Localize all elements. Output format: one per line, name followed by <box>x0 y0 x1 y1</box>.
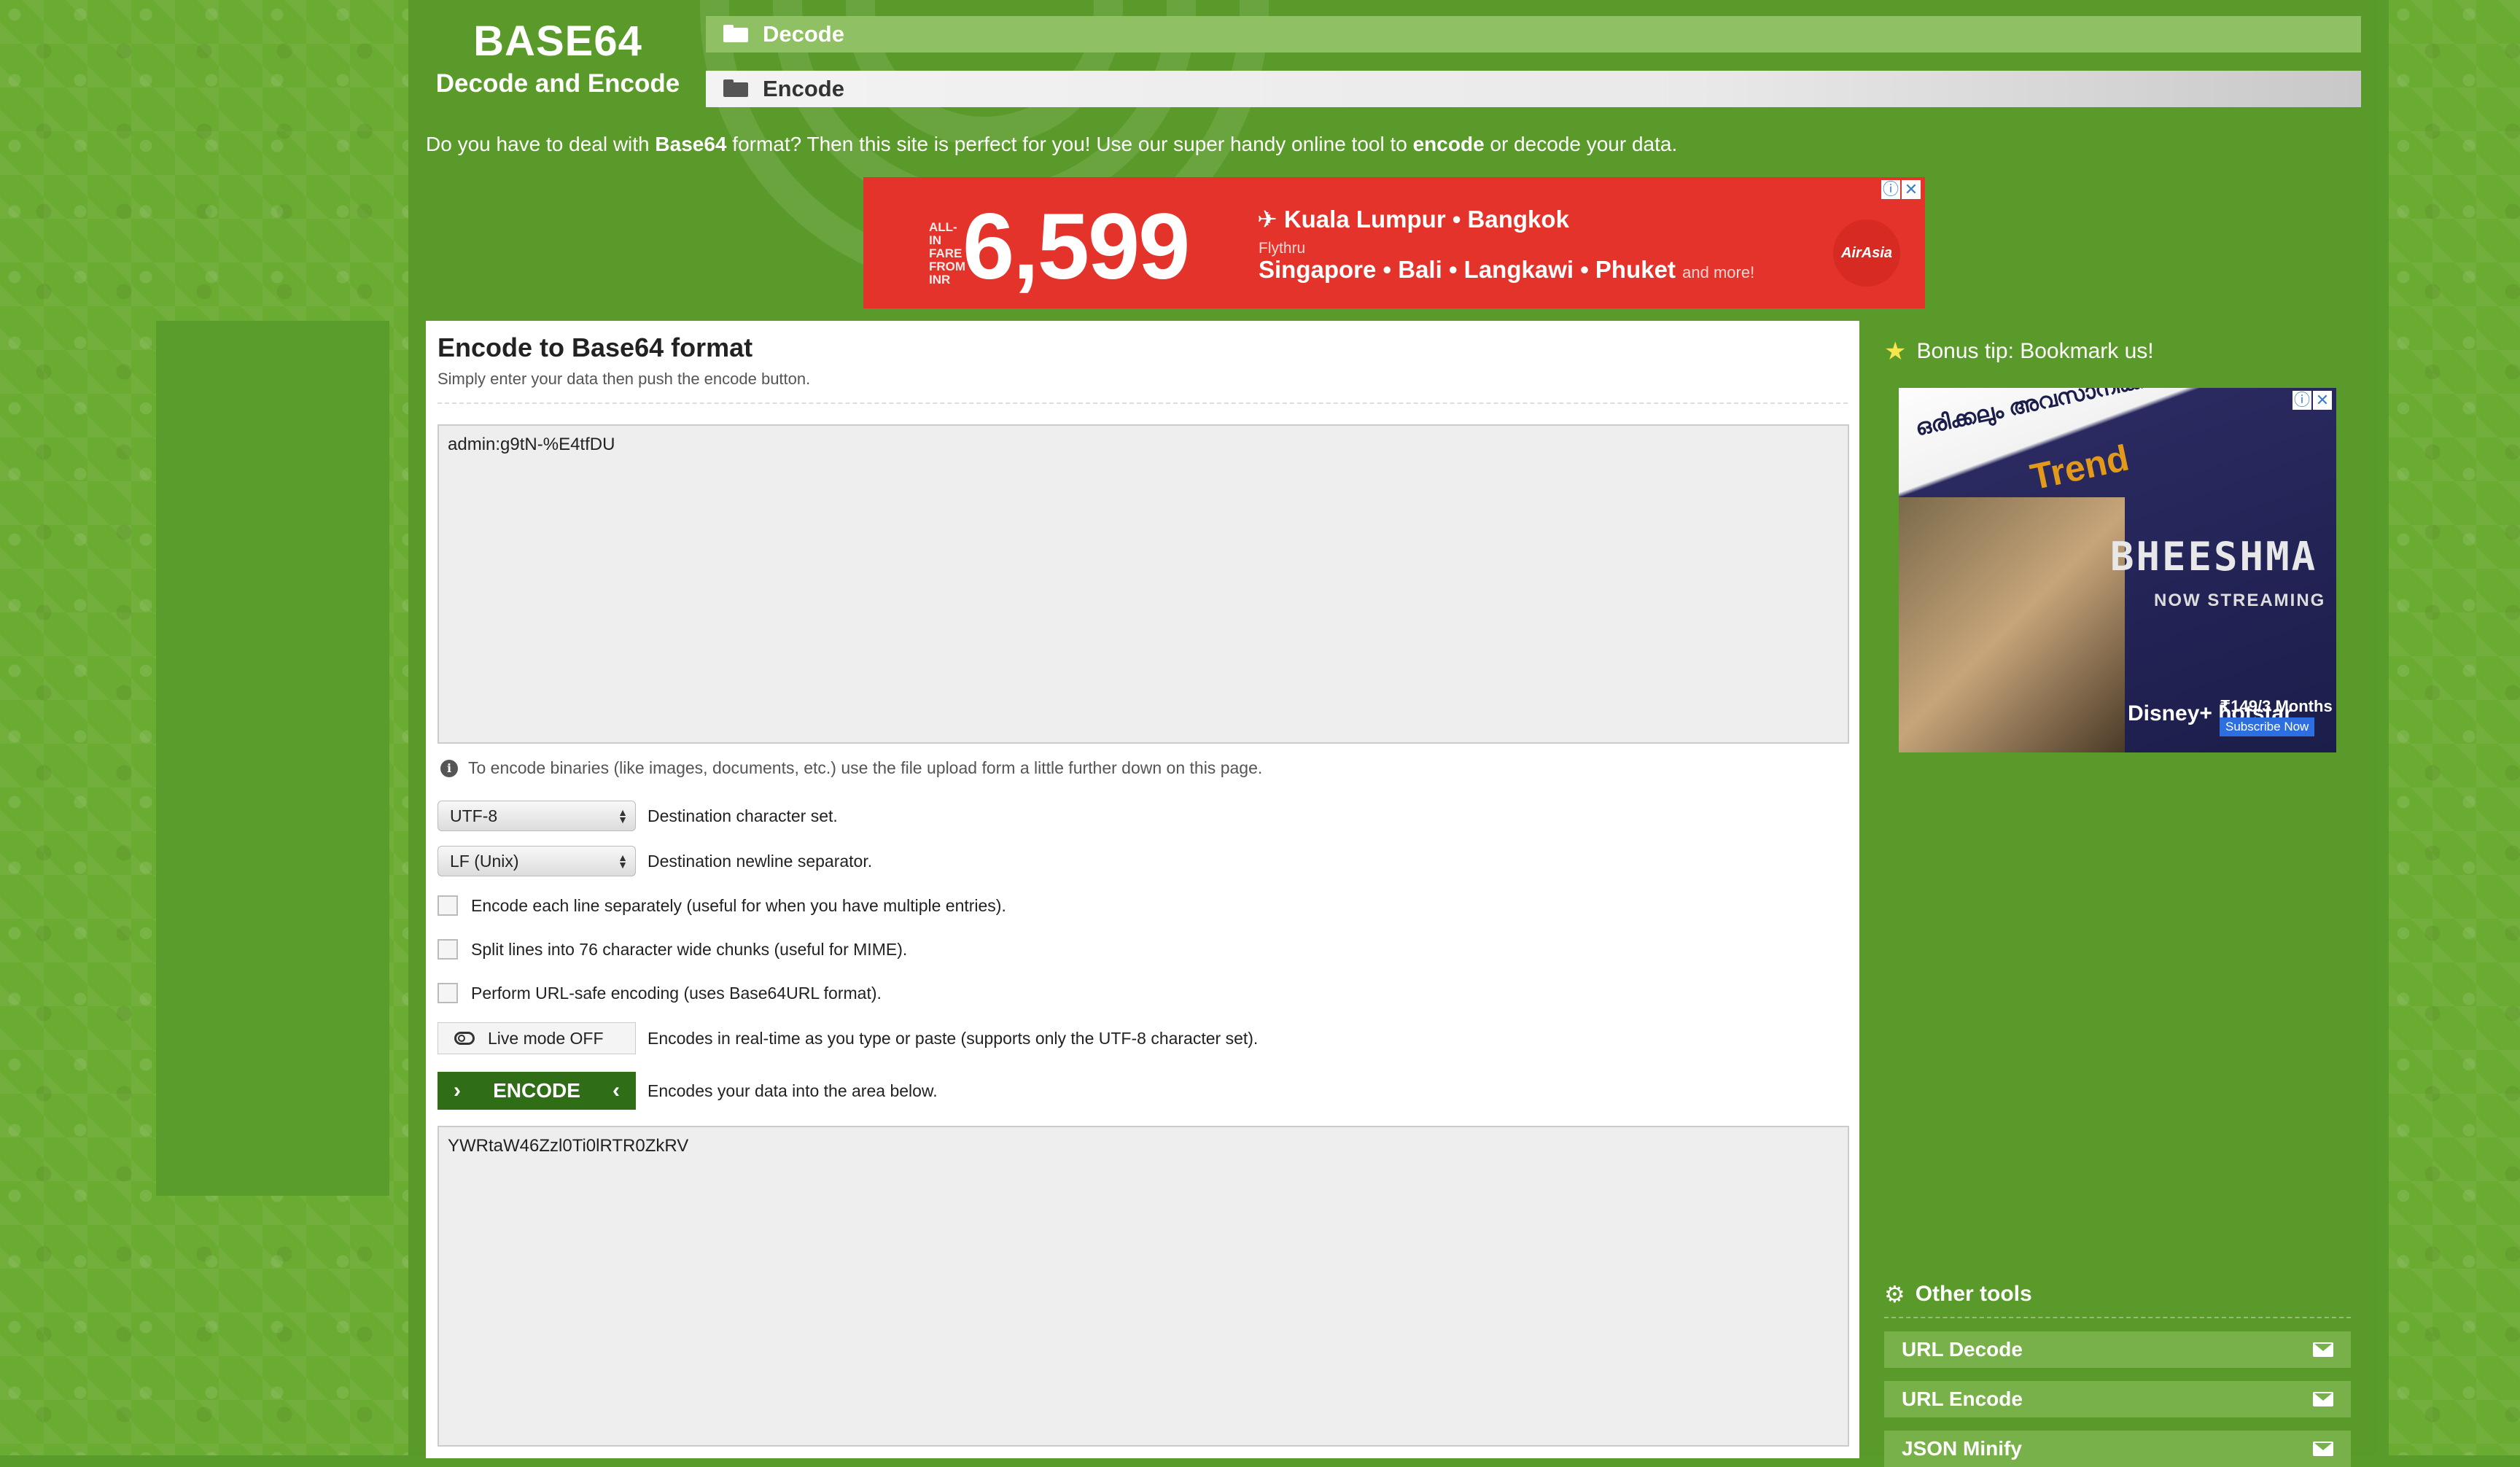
sidebar-ad[interactable]: ഒരിക്കലും അവസാനിക്കാത്ത Trend BHEESHMA N… <box>1899 388 2336 752</box>
site-logo[interactable]: BASE64 Decode and Encode <box>423 17 693 102</box>
bonus-tip: ★ Bonus tip: Bookmark us! <box>1884 337 2154 366</box>
bonus-tip-text: Bonus tip: Bookmark us! <box>1916 339 2154 363</box>
charset-label: Destination character set. <box>648 806 838 825</box>
ad-close-icon[interactable]: ✕ <box>1902 180 1921 199</box>
left-ad-slot <box>156 321 389 1196</box>
live-mode-description: Encodes in real-time as you type or past… <box>648 1028 1259 1048</box>
ad-route-secondary: Singapore • Bali • Langkawi • Phuket and… <box>1259 256 1754 284</box>
select-arrows-icon: ▲ ▼ <box>618 852 628 871</box>
envelope-open-icon <box>2313 1342 2333 1357</box>
charset-value: UTF-8 <box>450 806 498 825</box>
tool-url-encode[interactable]: URL Encode <box>1884 1381 2351 1417</box>
ad-now-streaming: NOW STREAMING <box>2154 591 2326 610</box>
airasia-logo: AirAsia <box>1833 219 1900 287</box>
intro-bold-base64: Base64 <box>655 133 727 155</box>
chevron-right-icon: › <box>454 1078 461 1102</box>
ad-trend-text: Trend <box>2026 437 2133 498</box>
newline-label: Destination newline separator. <box>648 851 873 871</box>
encode-button-label: ENCODE <box>493 1079 580 1102</box>
nav-decode-tab[interactable]: Decode <box>706 16 2361 52</box>
encode-row: › ENCODE ‹ Encodes your data into the ar… <box>438 1072 938 1110</box>
tool-label: JSON Minify <box>1902 1437 2022 1460</box>
other-tools-heading: ⚙ Other tools <box>1884 1280 2032 1308</box>
intro-part1: Do you have to deal with <box>426 133 656 155</box>
ad-info-icon[interactable]: ⓘ <box>1881 180 1900 199</box>
ad-route-secondary-cities: Singapore • Bali • Langkawi • Phuket <box>1259 256 1676 283</box>
intro-text: Do you have to deal with Base64 format? … <box>426 133 1677 156</box>
nav-encode-label: Encode <box>763 76 844 101</box>
tool-label: URL Decode <box>1902 1338 2023 1361</box>
background-pattern-right <box>2389 0 2520 1455</box>
ad-close-icon[interactable]: ✕ <box>2313 391 2332 410</box>
other-tools-divider <box>1884 1317 2351 1318</box>
charset-select[interactable]: UTF-8 ▲ ▼ <box>438 801 636 831</box>
ad-movie-title: BHEESHMA <box>2110 534 2318 580</box>
binary-info: i To encode binaries (like images, docum… <box>440 758 1262 778</box>
tool-label: URL Encode <box>1902 1388 2023 1410</box>
input-textarea[interactable]: admin:g9tN-%E4tfDU <box>438 424 1849 744</box>
option-each-line: Encode each line separately (useful for … <box>438 895 1006 916</box>
urlsafe-checkbox[interactable] <box>438 983 458 1003</box>
newline-row: LF (Unix) ▲ ▼ Destination newline separat… <box>438 846 872 876</box>
ad-malayalam-text: ഒരിക്കലും അവസാനിക്കാത്ത <box>1913 388 2193 441</box>
tool-json-minify[interactable]: JSON Minify <box>1884 1431 2351 1467</box>
encode-panel: Encode to Base64 format Simply enter you… <box>426 321 1859 1458</box>
logo-title: BASE64 <box>473 17 642 65</box>
document-icon <box>2313 1441 2333 1456</box>
chevron-left-icon: ‹ <box>612 1078 620 1102</box>
option-split: Split lines into 76 character wide chunk… <box>438 939 907 960</box>
panel-subtitle: Simply enter your data then push the enc… <box>438 370 811 388</box>
top-banner-ad[interactable]: ALL-IN FARE FROM INR 6,599 ✈ Kuala Lumpu… <box>863 177 1925 308</box>
envelope-icon <box>2313 1392 2333 1406</box>
ad-photo <box>1899 497 2125 752</box>
folder-open-icon <box>723 25 748 44</box>
output-textarea[interactable]: YWRtaW46Zzl0Ti0lRTR0ZkRV <box>438 1126 1849 1447</box>
live-mode-label: Live mode OFF <box>488 1028 604 1048</box>
logo-subtitle: Decode and Encode <box>435 69 680 98</box>
live-mode-toggle[interactable]: Live mode OFF <box>438 1022 636 1054</box>
ad-price: 6,599 <box>962 195 1190 299</box>
option-urlsafe: Perform URL-safe encoding (uses Base64UR… <box>438 983 882 1003</box>
binary-info-text: To encode binaries (like images, documen… <box>468 758 1263 777</box>
other-tools-title: Other tools <box>1915 1282 2032 1306</box>
panel-divider <box>438 402 1848 404</box>
panel-title: Encode to Base64 format <box>438 332 753 362</box>
ad-route-primary: ✈ Kuala Lumpur • Bangkok <box>1257 206 1569 233</box>
split-lines-label: Split lines into 76 character wide chunk… <box>471 939 908 959</box>
intro-part2: format? Then this site is perfect for yo… <box>726 133 1413 155</box>
nav-decode-label: Decode <box>763 21 844 47</box>
nav-encode-tab[interactable]: Encode <box>706 71 2361 107</box>
newline-select[interactable]: LF (Unix) ▲ ▼ <box>438 846 636 876</box>
intro-part3: or decode your data. <box>1484 133 1678 155</box>
newline-value: LF (Unix) <box>450 851 519 871</box>
ad-subscribe-button[interactable]: Subscribe Now <box>2220 717 2315 736</box>
ad-fare-label: ALL-IN FARE FROM INR <box>929 220 966 287</box>
star-icon: ★ <box>1884 338 1907 365</box>
each-line-checkbox[interactable] <box>438 895 458 916</box>
split-lines-checkbox[interactable] <box>438 939 458 960</box>
encode-description: Encodes your data into the area below. <box>648 1081 938 1100</box>
ad-flythru: Flythru <box>1259 240 1306 257</box>
ad-choices[interactable]: ⓘ ✕ <box>1881 180 1921 199</box>
select-arrows-icon: ▲ ▼ <box>618 806 628 825</box>
ad-info-icon[interactable]: ⓘ <box>2292 391 2311 410</box>
charset-row: UTF-8 ▲ ▼ Destination character set. <box>438 801 838 831</box>
urlsafe-label: Perform URL-safe encoding (uses Base64UR… <box>471 983 882 1003</box>
toggle-off-icon <box>454 1032 475 1045</box>
ad-plan-price: ₹149/3 Months <box>2220 697 2333 715</box>
each-line-label: Encode each line separately (useful for … <box>471 895 1006 915</box>
ad-choices[interactable]: ⓘ ✕ <box>2292 391 2332 410</box>
live-mode-row: Live mode OFF Encodes in real-time as yo… <box>438 1022 1258 1054</box>
tool-url-decode[interactable]: URL Decode <box>1884 1331 2351 1368</box>
info-icon: i <box>440 759 458 777</box>
encode-button[interactable]: › ENCODE ‹ <box>438 1072 636 1110</box>
folder-icon <box>723 79 748 98</box>
intro-bold-encode: encode <box>1412 133 1485 155</box>
ad-route-more: and more! <box>1682 263 1755 281</box>
gear-icon: ⚙ <box>1884 1281 1905 1307</box>
